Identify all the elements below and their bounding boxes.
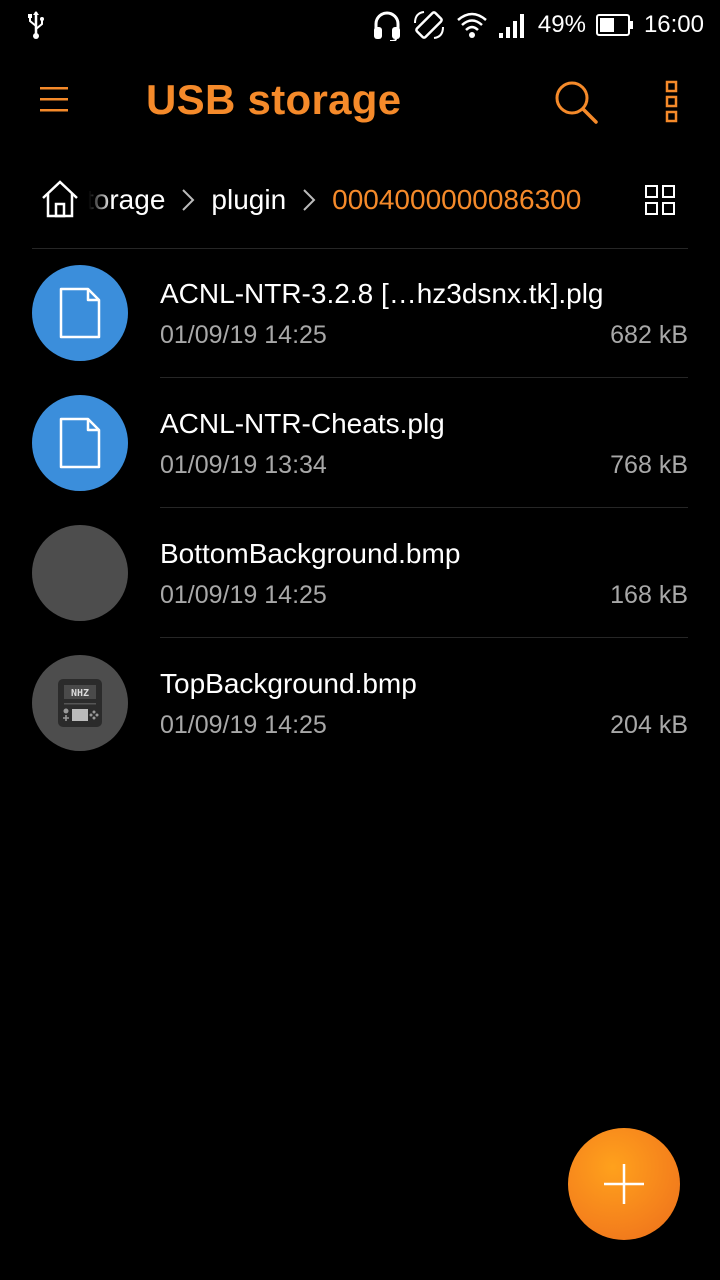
file-date: 01/09/19 14:25 [160, 321, 327, 349]
list-item[interactable]: NHZ TopBackground.bmp 01/09/19 14:25 204… [0, 638, 720, 768]
console-thumbnail-icon: NHZ [32, 655, 128, 751]
file-date: 01/09/19 14:25 [160, 581, 327, 609]
image-thumbnail [32, 525, 128, 621]
clock: 16:00 [643, 11, 704, 38]
more-vert-icon[interactable] [660, 80, 684, 124]
headset-icon [373, 11, 400, 41]
status-bar: 49% 16:00 [0, 0, 720, 50]
home-icon[interactable] [40, 178, 80, 220]
breadcrumb: storage plugin 0004000000086300 [0, 168, 720, 232]
file-name: ACNL-NTR-3.2.8 […hz3dsnx.tk].plg [160, 278, 604, 309]
chevron-right-icon [181, 188, 195, 212]
svg-text:NHZ: NHZ [71, 688, 89, 699]
document-icon [32, 395, 128, 491]
file-size: 204 kB [610, 711, 688, 739]
file-size: 768 kB [610, 451, 688, 479]
file-name: TopBackground.bmp [160, 668, 417, 699]
battery-icon [595, 14, 633, 36]
signal-icon [498, 14, 524, 38]
file-date: 01/09/19 13:34 [160, 451, 327, 479]
file-size: 168 kB [610, 581, 688, 609]
hamburger-menu-icon[interactable] [38, 82, 74, 118]
battery-percent: 49% [537, 11, 586, 38]
chevron-right-icon [302, 188, 316, 212]
file-name: BottomBackground.bmp [160, 538, 461, 569]
app-bar: USB storage [0, 56, 720, 148]
page-title: USB storage [146, 76, 402, 123]
breadcrumb-item-plugin[interactable]: plugin [211, 184, 286, 216]
breadcrumb-fade [86, 168, 112, 232]
wifi-icon [457, 12, 487, 38]
usb-icon [28, 11, 44, 39]
breadcrumb-item-current[interactable]: 0004000000086300 [332, 184, 581, 216]
breadcrumb-path: storage plugin 0004000000086300 [86, 168, 616, 232]
file-name: ACNL-NTR-Cheats.plg [160, 408, 445, 439]
file-size: 682 kB [610, 321, 688, 349]
add-button[interactable] [568, 1128, 680, 1240]
list-item[interactable]: ACNL-NTR-Cheats.plg 01/09/19 13:34 768 k… [0, 378, 720, 508]
document-icon [32, 265, 128, 361]
file-list: ACNL-NTR-3.2.8 […hz3dsnx.tk].plg 01/09/1… [0, 248, 720, 768]
rotate-icon [413, 11, 444, 39]
grid-view-icon[interactable] [644, 184, 676, 216]
search-icon[interactable] [552, 78, 600, 126]
add-icon [604, 1164, 644, 1204]
file-date: 01/09/19 14:25 [160, 711, 327, 739]
list-item[interactable]: ACNL-NTR-3.2.8 […hz3dsnx.tk].plg 01/09/1… [0, 248, 720, 378]
list-item[interactable]: BottomBackground.bmp 01/09/19 14:25 168 … [0, 508, 720, 638]
